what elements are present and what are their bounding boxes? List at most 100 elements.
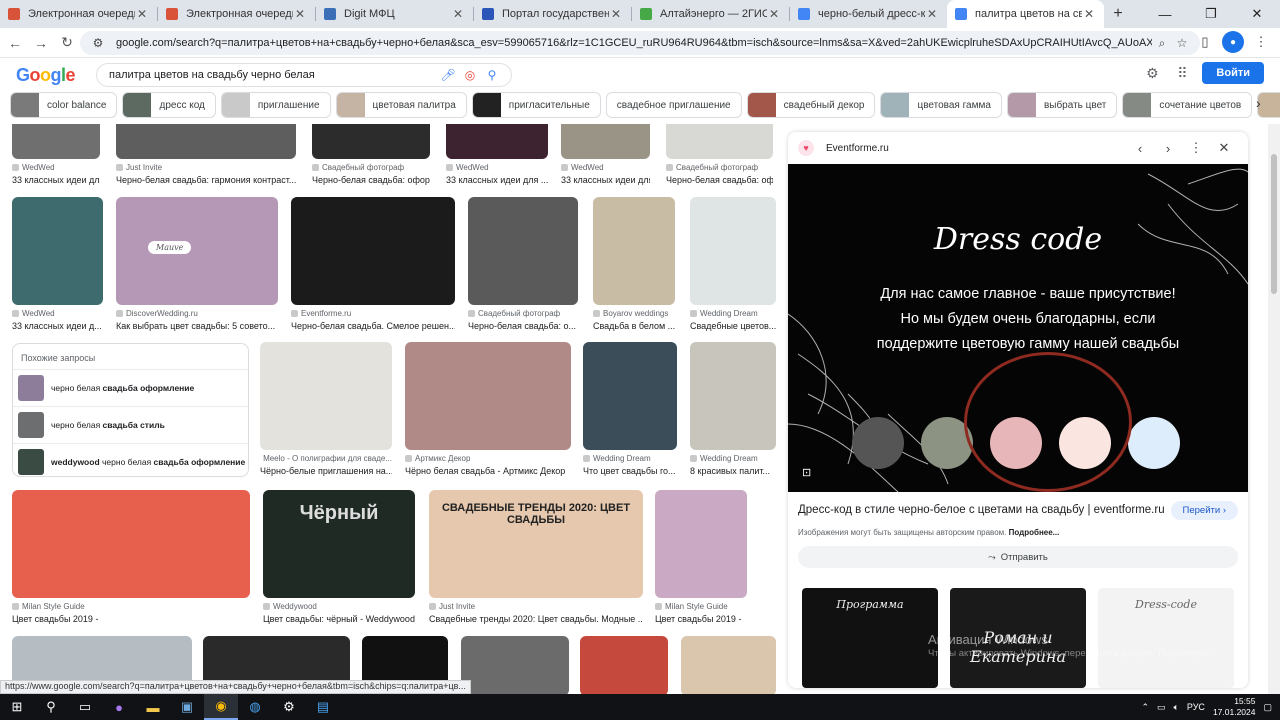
panel-close-icon[interactable]: ✕: [1210, 140, 1238, 156]
image-result-card[interactable]: Свадебный фотограф Черно-белая свадьба: о…: [666, 124, 773, 191]
signin-button[interactable]: Войти: [1202, 62, 1264, 84]
goto-button[interactable]: Перейти ›: [1170, 501, 1238, 520]
minimize-icon[interactable]: —: [1142, 0, 1188, 28]
zoom-icon[interactable]: ⌕: [1152, 36, 1172, 51]
tab-close-icon[interactable]: ✕: [293, 7, 307, 21]
result-source[interactable]: Eventforme.ru: [291, 309, 455, 318]
preview-image[interactable]: Dress code Для нас самое главное - ваше …: [788, 164, 1248, 492]
tab-close-icon[interactable]: ✕: [609, 7, 623, 21]
site-info-icon[interactable]: ⚙: [88, 36, 108, 50]
result-source[interactable]: Just Invite: [116, 163, 296, 172]
image-result-card[interactable]: WedWed 33 классных идеи для ...: [561, 124, 650, 191]
result-source[interactable]: Свадебный фотограф: [666, 163, 773, 172]
image-result-card[interactable]: Eventforme.ru Черно-белая свадьба. Смелое…: [291, 197, 455, 337]
image-result-card[interactable]: Boyarov weddings Свадьба в белом ...: [593, 197, 675, 337]
filter-chip[interactable]: пригласительные: [471, 92, 601, 118]
search-icon[interactable]: ⚲: [481, 68, 503, 82]
filter-chip[interactable]: color balance: [10, 92, 118, 118]
app2-icon[interactable]: ▤: [306, 694, 340, 720]
back-icon[interactable]: ←: [2, 30, 28, 56]
address-url[interactable]: google.com/search?q=палитра+цветов+на+св…: [116, 37, 1152, 49]
network-icon[interactable]: ▭: [1157, 702, 1166, 713]
reload-icon[interactable]: ↻: [54, 30, 80, 56]
image-result-card[interactable]: Mauve DiscoverWedding.ru Как выбрать цвет …: [116, 197, 278, 337]
result-source[interactable]: Свадебный фотограф: [312, 163, 430, 172]
image-result-card[interactable]: WedWed 33 классных идеи для ...: [446, 124, 548, 191]
result-thumbnail[interactable]: [446, 124, 548, 159]
image-result-card[interactable]: Just Invite Черно-белая свадьба: гармония…: [116, 124, 296, 191]
result-thumbnail[interactable]: Чёрный: [263, 490, 415, 598]
settings-taskbar-icon[interactable]: ⚙: [272, 694, 306, 720]
result-source[interactable]: Weddywood: [263, 602, 415, 611]
image-result-card[interactable]: Milan Style Guide Цвет свадьбы 2019 -: [655, 490, 747, 630]
result-thumbnail[interactable]: [260, 342, 392, 450]
image-result-card[interactable]: [681, 636, 776, 694]
result-title[interactable]: Чёрно белая свадьба - Артмикс Декор: [405, 466, 571, 476]
result-title[interactable]: Свадебные тренды 2020: Цвет свадьбы. Мод…: [429, 614, 643, 624]
result-source[interactable]: Wedding Dream: [690, 309, 776, 318]
panel-title[interactable]: Дресс-код в стиле черно-белое с цветами …: [798, 504, 1165, 516]
result-source[interactable]: Meelo - О полиграфии для свадe...: [260, 454, 392, 463]
result-thumbnail[interactable]: [12, 197, 103, 305]
result-source[interactable]: Just Invite: [429, 602, 643, 611]
notifications-icon[interactable]: ▢: [1263, 702, 1272, 713]
search-input[interactable]: палитра цветов на свадьбу черно белая: [109, 69, 437, 81]
browser-tab[interactable]: Электронная очередь ✕: [158, 0, 315, 28]
windows-start-icon[interactable]: ⊞: [0, 694, 34, 720]
result-title[interactable]: Как выбрать цвет свадьбы: 5 совето...: [116, 321, 278, 331]
result-thumbnail[interactable]: [580, 636, 668, 694]
result-thumbnail[interactable]: [12, 490, 250, 598]
image-result-card[interactable]: Meelo - О полиграфии для свадe... Чёрно-б…: [260, 342, 392, 482]
result-source[interactable]: WedWed: [561, 163, 650, 172]
image-result-card[interactable]: [580, 636, 668, 694]
filter-chip[interactable]: выбрать цвет: [1006, 92, 1118, 118]
result-title[interactable]: Черно-белая свадьба: оф...: [666, 175, 773, 185]
browser-tab[interactable]: палитра цветов на свадьбу че✕: [947, 0, 1104, 28]
result-title[interactable]: 33 классных идеи д...: [12, 321, 103, 331]
yandex-browser-icon[interactable]: ◍: [238, 694, 272, 720]
result-source[interactable]: WedWed: [12, 309, 103, 318]
result-title[interactable]: Черно-белая свадьба: о...: [468, 321, 578, 331]
result-title[interactable]: Цвет свадьбы 2019 -: [655, 614, 747, 624]
result-title[interactable]: Черно-белая свадьба: офор...: [312, 175, 430, 185]
image-result-card[interactable]: WedWed 33 классных идеи д...: [12, 197, 103, 337]
result-title[interactable]: Свадебные цветов...: [690, 321, 776, 331]
next-arrow-icon[interactable]: ›: [1154, 141, 1182, 156]
volume-icon[interactable]: 🔈︎: [1174, 702, 1179, 713]
image-result-card[interactable]: Wedding Dream 8 красивых палит...: [690, 342, 776, 482]
result-source[interactable]: WedWed: [12, 163, 100, 172]
result-title[interactable]: 33 классных идеи для ...: [446, 175, 548, 185]
browser-tab[interactable]: Алтайэнерго — 2ГИС ✕: [632, 0, 789, 28]
result-title[interactable]: Цвет свадьбы 2019 -: [12, 614, 250, 624]
sidepanel-icon[interactable]: ▯: [1194, 31, 1216, 53]
image-result-card[interactable]: Milan Style Guide Цвет свадьбы 2019 -: [12, 490, 250, 630]
scrollbar-thumb[interactable]: [1271, 154, 1277, 294]
browser-tab[interactable]: Портал государственных услуг✕: [474, 0, 631, 28]
image-result-card[interactable]: Свадебный фотограф Черно-белая свадьба: о…: [312, 124, 430, 191]
result-thumbnail[interactable]: [405, 342, 571, 450]
panel-site-name[interactable]: Eventforme.ru: [826, 143, 1126, 154]
result-thumbnail[interactable]: [312, 124, 430, 159]
tab-close-icon[interactable]: ✕: [135, 7, 149, 21]
apps-grid-icon[interactable]: ⠿: [1172, 63, 1192, 83]
result-thumbnail[interactable]: [666, 124, 773, 159]
prev-arrow-icon[interactable]: ‹: [1126, 141, 1154, 156]
result-title[interactable]: 8 красивых палит...: [690, 466, 776, 476]
clock[interactable]: 15:55 17.01.2024: [1213, 696, 1256, 718]
tab-close-icon[interactable]: ✕: [451, 7, 465, 21]
microphone-icon[interactable]: 🎤︎: [437, 68, 459, 82]
result-source[interactable]: Wedding Dream: [583, 454, 677, 463]
result-thumbnail[interactable]: [12, 124, 100, 159]
search-taskbar-icon[interactable]: ⚲: [34, 694, 68, 720]
result-title[interactable]: Черно-белая свадьба. Смелое решен...: [291, 321, 455, 331]
language-indicator[interactable]: РУС: [1187, 702, 1205, 712]
browser-tab[interactable]: Digit МФЦ ✕: [316, 0, 473, 28]
close-window-icon[interactable]: ✕: [1234, 0, 1280, 28]
task-view-icon[interactable]: ▭: [68, 694, 102, 720]
result-source[interactable]: Milan Style Guide: [655, 602, 747, 611]
panel-menu-icon[interactable]: ⋮: [1182, 140, 1210, 156]
tab-close-icon[interactable]: ✕: [925, 7, 939, 21]
tray-chevron-icon[interactable]: ⌃: [1141, 702, 1149, 713]
result-source[interactable]: Wedding Dream: [690, 454, 776, 463]
menu-kebab-icon[interactable]: ⋮: [1250, 31, 1272, 53]
